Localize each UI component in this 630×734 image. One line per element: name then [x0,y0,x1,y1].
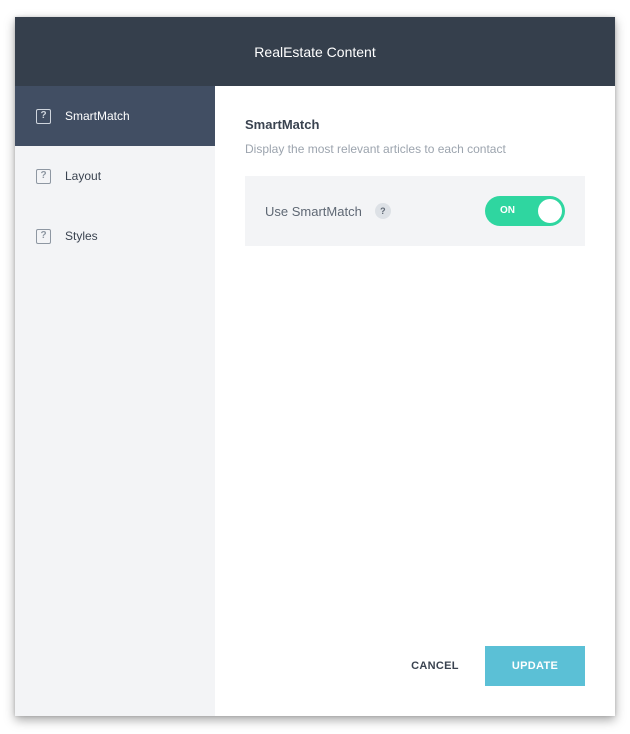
help-square-icon: ? [36,168,51,184]
content-settings-modal: RealEstate Content ? SmartMatch ? Layout… [15,17,615,716]
sidebar-item-styles[interactable]: ? Styles [15,206,215,266]
help-square-icon: ? [36,108,51,124]
sidebar: ? SmartMatch ? Layout ? Styles [15,86,215,716]
sidebar-item-smartmatch[interactable]: ? SmartMatch [15,86,215,146]
modal-title: RealEstate Content [254,43,376,60]
toggle-state-label: ON [500,205,515,216]
section-description: Display the most relevant articles to ea… [245,142,506,156]
sidebar-item-layout[interactable]: ? Layout [15,146,215,206]
sidebar-item-label: Layout [65,169,102,183]
setting-label: Use SmartMatch [265,203,362,219]
update-button[interactable]: UPDATE [485,646,585,686]
smartmatch-setting-row: Use SmartMatch ? ON [245,176,585,246]
modal-header: RealEstate Content [15,17,615,86]
help-icon[interactable]: ? [374,203,391,219]
help-square-icon: ? [36,228,51,244]
section-title: SmartMatch [245,117,320,132]
sidebar-item-label: Styles [65,229,98,243]
toggle-knob [538,199,562,223]
cancel-button[interactable]: CANCEL [395,646,475,686]
main-content: SmartMatch Display the most relevant art… [245,86,585,246]
smartmatch-toggle[interactable]: ON [485,196,565,226]
sidebar-item-label: SmartMatch [65,109,130,123]
